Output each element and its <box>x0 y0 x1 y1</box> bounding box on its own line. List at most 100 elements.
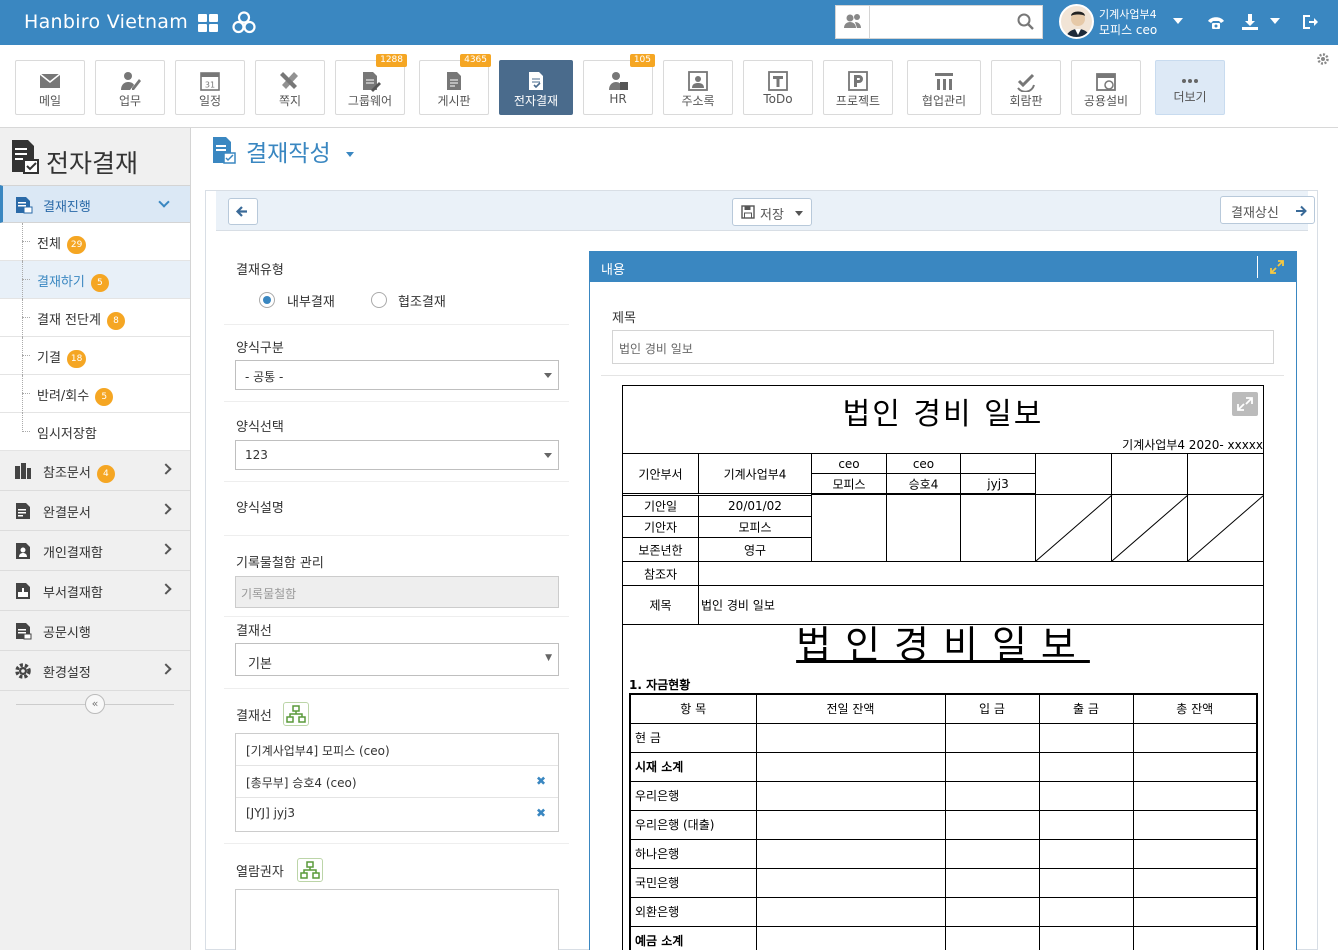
download-caret-icon[interactable] <box>1270 18 1280 24</box>
avatar[interactable] <box>1059 4 1094 39</box>
fund-header: 총 잔액 <box>1132 693 1258 724</box>
subject-value: 법인 경비 일보 <box>619 342 693 356</box>
app-circular[interactable]: 회람판 <box>991 60 1061 115</box>
fund-row-label: 외환은행 <box>629 896 757 927</box>
title-caret-icon[interactable] <box>346 152 354 157</box>
chevron-right-icon[interactable] <box>160 583 172 595</box>
submit-approval-button[interactable]: 결재상신 <box>1220 196 1315 224</box>
chevron-right-icon[interactable] <box>160 663 172 675</box>
count-badge: 29 <box>66 235 87 254</box>
sidebar-sub-to-approve[interactable]: 결재하기 5 <box>0 261 190 299</box>
viewer-list[interactable] <box>235 889 559 950</box>
radio-internal[interactable] <box>259 292 275 308</box>
task-icon <box>121 72 141 90</box>
memo-icon <box>280 72 298 89</box>
radio-internal-label[interactable]: 내부결재 <box>287 291 335 310</box>
signature-cell <box>886 494 961 562</box>
download-icon[interactable] <box>1240 12 1260 32</box>
phone-icon[interactable] <box>1206 12 1226 32</box>
sidebar-sub-all[interactable]: 전체 29 <box>0 223 190 261</box>
radio-coop[interactable] <box>371 292 387 308</box>
app-contacts[interactable]: 주소록 <box>663 60 733 115</box>
form-category-label: 양식구분 <box>236 341 284 356</box>
approver-row[interactable]: [총무부] 승호4 (ceo) ✖ <box>236 766 558 798</box>
doc-cell[interactable] <box>698 561 1263 586</box>
date-value: 20/01/02 <box>728 499 782 513</box>
doc-cell <box>1187 453 1263 495</box>
badge-count: 4365 <box>460 54 491 67</box>
doc-cell: jyj3 <box>960 473 1036 494</box>
sidebar-sub-rejected[interactable]: 반려/회수 5 <box>0 375 190 413</box>
form-category-select[interactable]: - 공통 - <box>235 360 559 390</box>
content-header: 내용 <box>590 252 1296 282</box>
brand-name[interactable]: Hanbiro Vietnam <box>24 11 188 33</box>
subject-input[interactable]: 법인 경비 일보 <box>612 330 1274 364</box>
app-calendar[interactable]: 31 일정 <box>175 60 245 115</box>
app-mail[interactable]: 메일 <box>15 60 85 115</box>
collapse-sidebar-button[interactable]: « <box>85 694 105 714</box>
document-body[interactable]: 법인 경비 일보 기계사업부4 2020- xxxxx 기안부서 기계사업부4 … <box>622 385 1264 950</box>
sidebar-title: 전자결재 <box>10 138 138 182</box>
search-icon[interactable] <box>1016 12 1036 32</box>
chevron-right-icon[interactable] <box>160 503 172 515</box>
save-button[interactable]: 저장 <box>732 198 812 226</box>
document-expand-button[interactable] <box>1232 392 1258 416</box>
fund-row-label: 예금 소계 <box>629 925 757 950</box>
sidebar-item-official[interactable]: 공문시행 <box>0 611 190 651</box>
sidebar-sub-pre-step[interactable]: 결재 전단계 8 <box>0 299 190 337</box>
app-hr[interactable]: HR 105 <box>583 54 655 115</box>
sidebar-item-reference[interactable]: 참조문서 4 <box>0 451 190 491</box>
sidebar-item-settings[interactable]: 환경설정 <box>0 651 190 691</box>
app-board[interactable]: 게시판 4365 <box>419 54 491 115</box>
app-memo[interactable]: 쪽지 <box>255 60 325 115</box>
remove-icon[interactable]: ✖ <box>536 806 546 820</box>
form-select[interactable]: 123 <box>235 440 559 470</box>
search-box <box>835 5 1043 39</box>
sidebar-item-personal-box[interactable]: 개인결재함 <box>0 531 190 571</box>
chevron-right-icon[interactable] <box>160 463 172 475</box>
app-approval[interactable]: 전자결재 <box>499 60 573 115</box>
org-chart-button[interactable] <box>283 702 309 726</box>
app-task[interactable]: 업무 <box>95 60 165 115</box>
sidebar-item-dept-box[interactable]: 부서결재함 <box>0 571 190 611</box>
approver-row[interactable]: [기계사업부4] 모피스 (ceo) <box>236 734 558 766</box>
radio-coop-label[interactable]: 협조결재 <box>398 291 446 310</box>
sidebar-sub-drafts[interactable]: 임시저장함 <box>0 413 190 451</box>
approver-row[interactable]: [JYJ] jyj3 ✖ <box>236 798 558 830</box>
hanbiro-logo-icon[interactable] <box>232 11 256 35</box>
sidebar-sub-approved[interactable]: 기결 18 <box>0 337 190 375</box>
dept-label: 기안부서 <box>638 467 683 481</box>
remove-icon[interactable]: ✖ <box>536 774 546 788</box>
people-search-icon[interactable] <box>836 6 870 38</box>
logout-icon[interactable] <box>1300 12 1320 32</box>
app-collab[interactable]: 협업관리 <box>907 60 981 115</box>
sidebar-item-in-progress[interactable]: 결재진행 <box>0 185 190 223</box>
settings-gear-icon[interactable] <box>1316 52 1330 66</box>
doc-cell: 기안자 <box>623 516 699 538</box>
expand-icon[interactable] <box>1270 260 1284 274</box>
user-name[interactable]: 모피스 ceo <box>1099 21 1157 38</box>
fund-header: 항 목 <box>629 693 757 724</box>
app-grid-icon[interactable] <box>198 14 218 32</box>
back-button[interactable] <box>228 198 258 225</box>
sidebar-item-completed[interactable]: 완결문서 <box>0 491 190 531</box>
app-project[interactable]: 프로젝트 <box>823 60 893 115</box>
app-more[interactable]: 더보기 <box>1155 60 1225 115</box>
chevron-down-icon[interactable] <box>158 196 170 208</box>
app-groupware[interactable]: 그룹웨어 1288 <box>335 54 407 115</box>
chevron-right-icon[interactable] <box>160 543 172 555</box>
app-todo[interactable]: ToDo <box>743 60 813 115</box>
search-input[interactable] <box>872 10 1012 34</box>
sidebar-item-label: 참조문서 <box>43 466 91 481</box>
app-equipment[interactable]: 공용설비 <box>1071 60 1141 115</box>
approval-line-label: 결재선 <box>236 624 272 639</box>
sidebar-item-label: 결재진행 <box>43 200 91 215</box>
arrow-left-icon <box>235 206 247 217</box>
viewer-org-chart-button[interactable] <box>297 858 323 882</box>
approval-line-select[interactable]: 기본 ▼ <box>235 643 559 676</box>
approval-type-label: 결재유형 <box>236 263 284 278</box>
form-select-value: 123 <box>245 448 268 462</box>
user-menu-caret-icon[interactable] <box>1173 18 1183 24</box>
doc-cell: 모피스 <box>698 516 812 538</box>
approval-line-value: 기본 <box>248 657 272 672</box>
